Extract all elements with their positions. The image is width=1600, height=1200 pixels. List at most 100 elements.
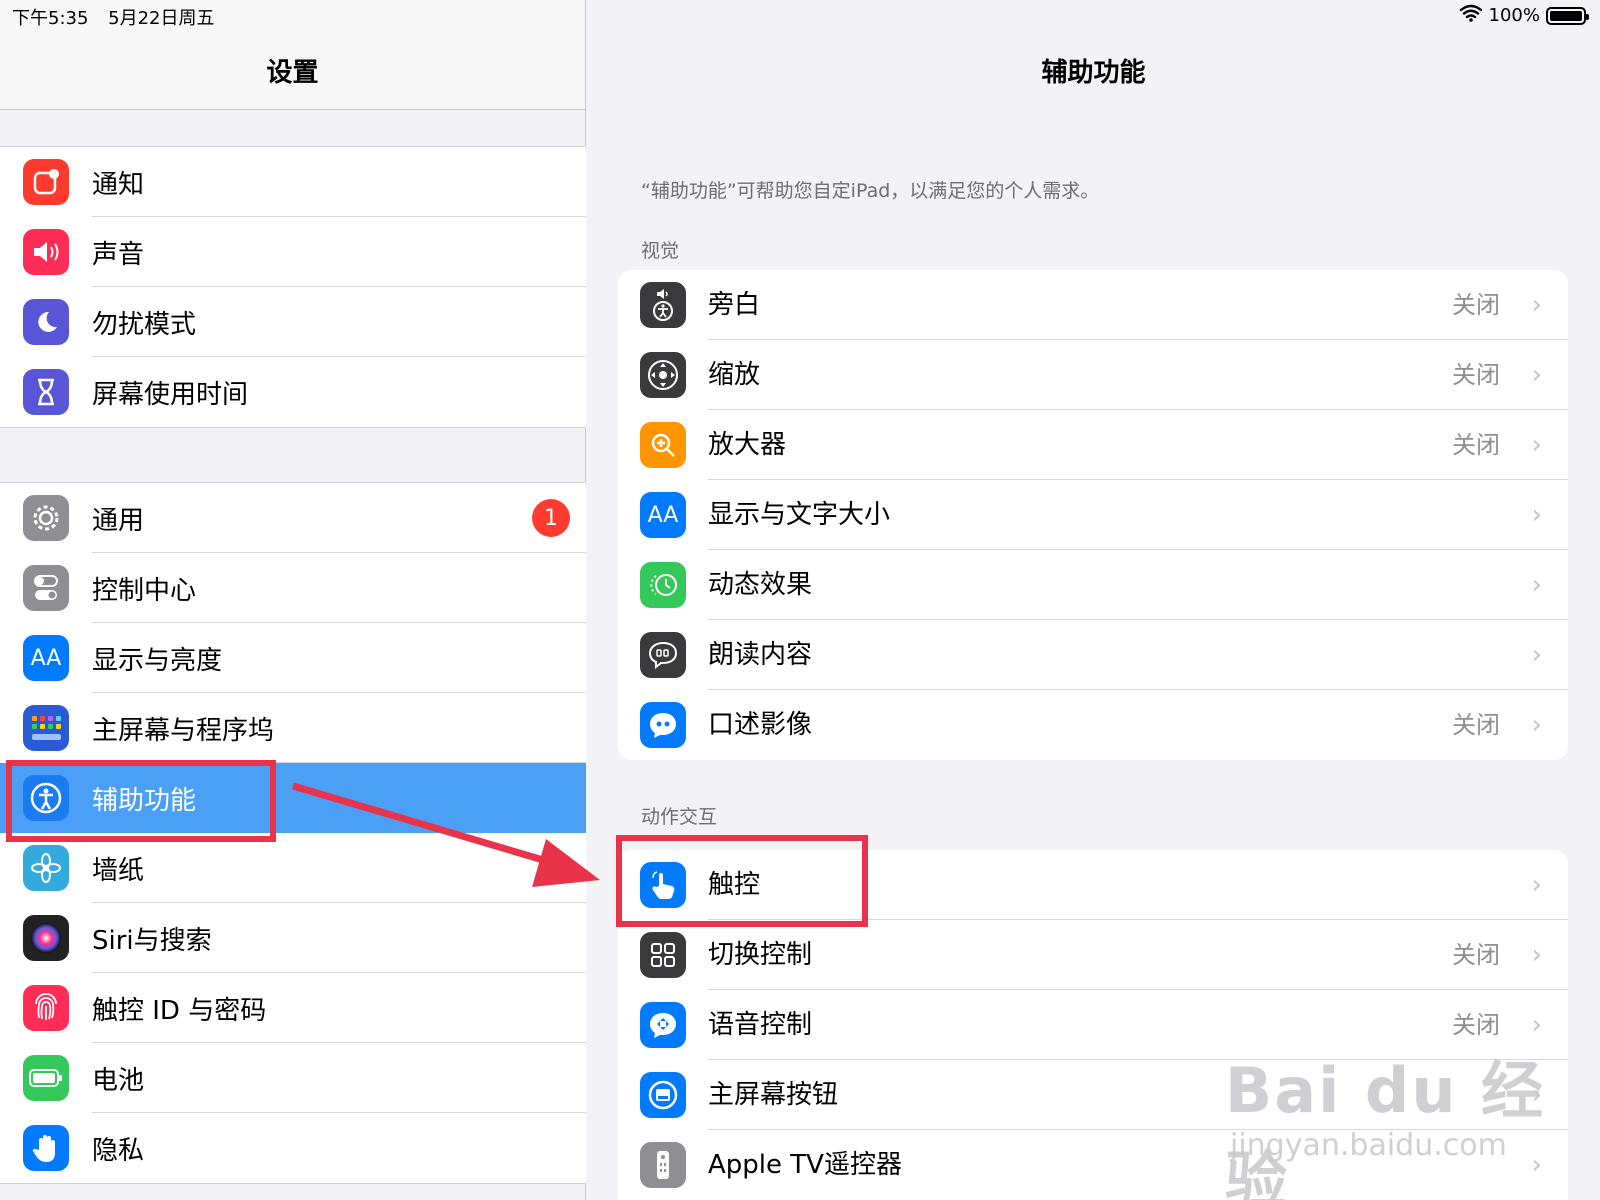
sidebar-item-label: 控制中心 [92, 575, 197, 606]
status-bar-left: 下午5:35 5月22日周五 [12, 4, 229, 30]
sidebar-item-label: 显示与亮度 [92, 645, 223, 676]
status-bar-right: 100% [1459, 4, 1589, 27]
speech-bubble-icon [640, 632, 686, 678]
row-label: 缩放 [708, 360, 761, 390]
grid-icon [23, 705, 69, 751]
status-date: 5月22日周五 [108, 8, 215, 29]
aa-icon: AA [640, 492, 686, 538]
row-switch-control[interactable]: 切换控制 关闭 › [618, 920, 1568, 990]
sidebar-item-battery[interactable]: 电池 [0, 1043, 586, 1113]
page-description: “辅助功能”可帮助您自定iPad，以满足您的个人需求。 [641, 180, 1100, 202]
row-value: 关闭 [1452, 711, 1500, 739]
row-label: 放大器 [708, 430, 787, 460]
row-label: 显示与文字大小 [708, 500, 891, 530]
chevron-right-icon: › [1531, 500, 1542, 530]
home-button-icon [640, 1072, 686, 1118]
sidebar-item-label: 通用 [92, 505, 145, 536]
chevron-right-icon: › [1531, 430, 1542, 460]
magnifier-icon [640, 422, 686, 468]
chevron-right-icon: › [1531, 570, 1542, 600]
zoom-icon [640, 352, 686, 398]
sidebar-item-label: 触控 ID 与密码 [92, 995, 267, 1026]
row-value: 关闭 [1452, 361, 1500, 389]
status-time: 下午5:35 [12, 8, 89, 29]
battery-indicator-icon [1546, 6, 1589, 25]
accessibility-pane: 辅助功能 “辅助功能”可帮助您自定iPad，以满足您的个人需求。 视觉 旁白 关… [587, 0, 1600, 1200]
settings-sidebar: 设置 通知 声音 勿扰模式 屏幕使用时间 通用 1 控制中心 AA 显示与亮度 … [0, 0, 586, 1200]
chevron-right-icon: › [1531, 640, 1542, 670]
watermark-logo: Bai du 经验 [1225, 1054, 1546, 1200]
watermark-url: jingyan.baidu.com [1230, 1128, 1507, 1163]
row-magnifier[interactable]: 放大器 关闭 › [618, 410, 1568, 480]
voice-control-icon [640, 1002, 686, 1048]
sidebar-item-wallpaper[interactable]: 墙纸 [0, 833, 586, 903]
vision-group: 旁白 关闭 › 缩放 关闭 › 放大器 关闭 › AA 显示与文字大小 › 动态… [618, 270, 1568, 760]
row-label: 朗读内容 [708, 640, 813, 670]
chevron-right-icon: › [1531, 290, 1542, 320]
sidebar-item-siri-search[interactable]: Siri与搜索 [0, 903, 586, 973]
sidebar-item-privacy[interactable]: 隐私 [0, 1113, 586, 1183]
row-label: 主屏幕按钮 [708, 1080, 839, 1110]
hourglass-icon [23, 369, 69, 415]
row-motion[interactable]: 动态效果 › [618, 550, 1568, 620]
row-audio-descriptions[interactable]: 口述影像 关闭 › [618, 690, 1568, 760]
row-label: 旁白 [708, 290, 761, 320]
moon-icon [23, 299, 69, 345]
sidebar-item-label: 屏幕使用时间 [92, 379, 249, 410]
sidebar-group-1: 通知 声音 勿扰模式 屏幕使用时间 [0, 146, 586, 428]
sidebar-item-sounds[interactable]: 声音 [0, 217, 586, 287]
sidebar-item-label: 墙纸 [92, 855, 145, 886]
gear-icon [23, 495, 69, 541]
motion-icon [640, 562, 686, 608]
sidebar-item-touch-id-passcode[interactable]: 触控 ID 与密码 [0, 973, 586, 1043]
sidebar-item-screen-time[interactable]: 屏幕使用时间 [0, 357, 586, 427]
aa-icon: AA [23, 635, 69, 681]
sidebar-title: 设置 [266, 58, 319, 88]
sidebar-item-home-screen-dock[interactable]: 主屏幕与程序坞 [0, 693, 586, 763]
page-title: 辅助功能 [1041, 58, 1146, 88]
sidebar-item-label: 隐私 [92, 1135, 145, 1166]
sidebar-item-label: 声音 [92, 239, 145, 270]
row-zoom[interactable]: 缩放 关闭 › [618, 340, 1568, 410]
row-label: 动态效果 [708, 570, 813, 600]
switch-grid-icon [640, 932, 686, 978]
row-label: Apple TV遥控器 [708, 1150, 902, 1180]
section-header-vision: 视觉 [641, 240, 680, 262]
sidebar-item-label: Siri与搜索 [92, 925, 212, 956]
row-value: 关闭 [1452, 291, 1500, 319]
voiceover-icon [640, 282, 686, 328]
quote-bubble-icon [640, 702, 686, 748]
row-display-text-size[interactable]: AA 显示与文字大小 › [618, 480, 1568, 550]
sidebar-item-label: 电池 [92, 1065, 145, 1096]
battery-percentage: 100% [1488, 5, 1540, 26]
row-label: 语音控制 [708, 1010, 813, 1040]
notification-badge: 1 [532, 499, 570, 537]
sidebar-item-display-brightness[interactable]: AA 显示与亮度 [0, 623, 586, 693]
remote-icon [640, 1142, 686, 1188]
row-label: 口述影像 [708, 710, 813, 740]
row-label: 切换控制 [708, 940, 813, 970]
notification-icon [23, 159, 69, 205]
toggles-icon [23, 565, 69, 611]
wifi-icon [1459, 4, 1483, 27]
sidebar-item-notifications[interactable]: 通知 [0, 147, 586, 217]
section-header-interaction: 动作交互 [641, 806, 718, 828]
sidebar-item-label: 主屏幕与程序坞 [92, 715, 275, 746]
fingerprint-icon [23, 985, 69, 1031]
chevron-right-icon: › [1531, 710, 1542, 740]
speaker-icon [23, 229, 69, 275]
hand-icon [23, 1125, 69, 1171]
chevron-right-icon: › [1531, 870, 1542, 900]
siri-icon [23, 915, 69, 961]
row-value: 关闭 [1452, 941, 1500, 969]
sidebar-item-control-center[interactable]: 控制中心 [0, 553, 586, 623]
highlight-box-accessibility [6, 760, 276, 842]
sidebar-item-label: 勿扰模式 [92, 309, 197, 340]
row-spoken-content[interactable]: 朗读内容 › [618, 620, 1568, 690]
sidebar-item-do-not-disturb[interactable]: 勿扰模式 [0, 287, 586, 357]
sidebar-item-label: 通知 [92, 169, 145, 200]
chevron-right-icon: › [1531, 940, 1542, 970]
sidebar-item-general[interactable]: 通用 1 [0, 483, 586, 553]
flower-icon [23, 845, 69, 891]
row-voiceover[interactable]: 旁白 关闭 › [618, 270, 1568, 340]
